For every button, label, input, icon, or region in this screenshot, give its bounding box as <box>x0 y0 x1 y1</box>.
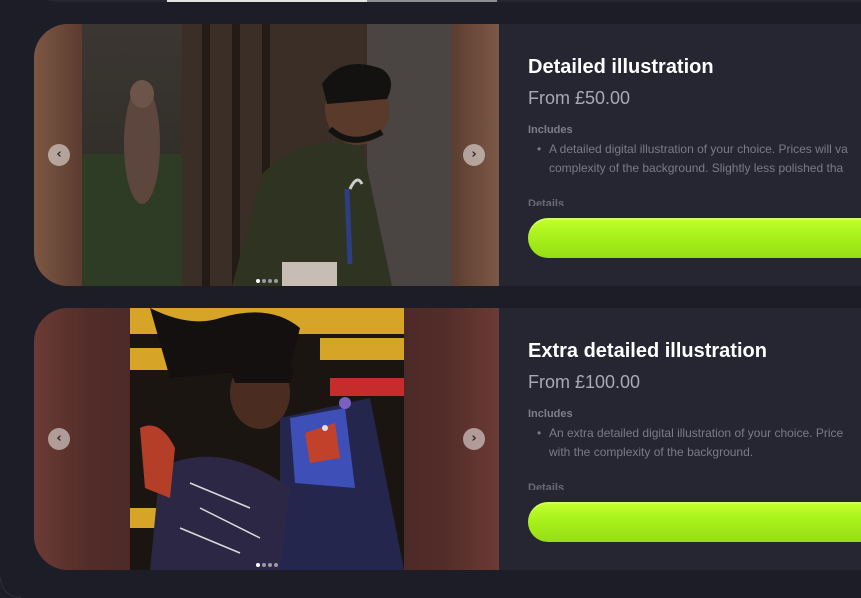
carousel-dot[interactable] <box>261 563 266 567</box>
previous-card-button-shadow <box>367 0 497 2</box>
carousel-dot[interactable] <box>255 279 260 283</box>
page-corner-outline <box>0 577 21 598</box>
product-info: Extra detailed illustration From £100.00… <box>528 308 861 570</box>
details-label: Details <box>528 482 565 490</box>
previous-card-button-edge <box>167 0 367 2</box>
product-title: Extra detailed illustration <box>528 340 767 362</box>
includes-item: A detailed digital illustration of your … <box>537 140 861 178</box>
extra-detailed-illustration-image <box>130 308 404 570</box>
description-line: A detailed digital illustration of your … <box>549 142 848 156</box>
carousel-next-button[interactable]: › <box>463 144 485 166</box>
product-card-detailed: ‹ › Detailed illustration From £50.00 In… <box>34 24 861 286</box>
description-line: complexity of the background. Slightly l… <box>549 161 844 175</box>
carousel-dots <box>34 562 499 567</box>
includes-list: A detailed digital illustration of your … <box>537 140 861 178</box>
product-info: Detailed illustration From £50.00 Includ… <box>528 24 861 286</box>
image-carousel[interactable]: ‹ › <box>34 308 499 570</box>
product-price: From £50.00 <box>528 88 631 108</box>
description-line: An extra detailed digital illustration o… <box>549 426 844 440</box>
previous-card-edge <box>34 0 861 2</box>
includes-item: An extra detailed digital illustration o… <box>537 424 861 462</box>
select-option-button[interactable] <box>528 218 861 258</box>
carousel-dot[interactable] <box>267 563 272 567</box>
carousel-dot[interactable] <box>267 279 272 283</box>
carousel-dot[interactable] <box>261 279 266 283</box>
detailed-illustration-image <box>82 24 452 286</box>
carousel-dots <box>34 278 499 283</box>
carousel-dot[interactable] <box>273 279 278 283</box>
image-carousel[interactable]: ‹ › <box>34 24 499 286</box>
description-line: with the complexity of the background. <box>549 445 754 459</box>
carousel-prev-button[interactable]: ‹ <box>48 144 70 166</box>
includes-list: An extra detailed digital illustration o… <box>537 424 861 462</box>
carousel-dot[interactable] <box>255 563 260 567</box>
includes-label: Includes <box>528 408 573 420</box>
includes-label: Includes <box>528 124 573 136</box>
product-title: Detailed illustration <box>528 56 714 78</box>
carousel-next-button[interactable]: › <box>463 428 485 450</box>
carousel-dot[interactable] <box>273 563 278 567</box>
select-option-button[interactable] <box>528 502 861 542</box>
product-card-extra-detailed: ‹ › Extra detailed illustration From £10… <box>34 308 861 570</box>
product-price: From £100.00 <box>528 372 641 392</box>
details-label: Details <box>528 198 565 206</box>
carousel-prev-button[interactable]: ‹ <box>48 428 70 450</box>
